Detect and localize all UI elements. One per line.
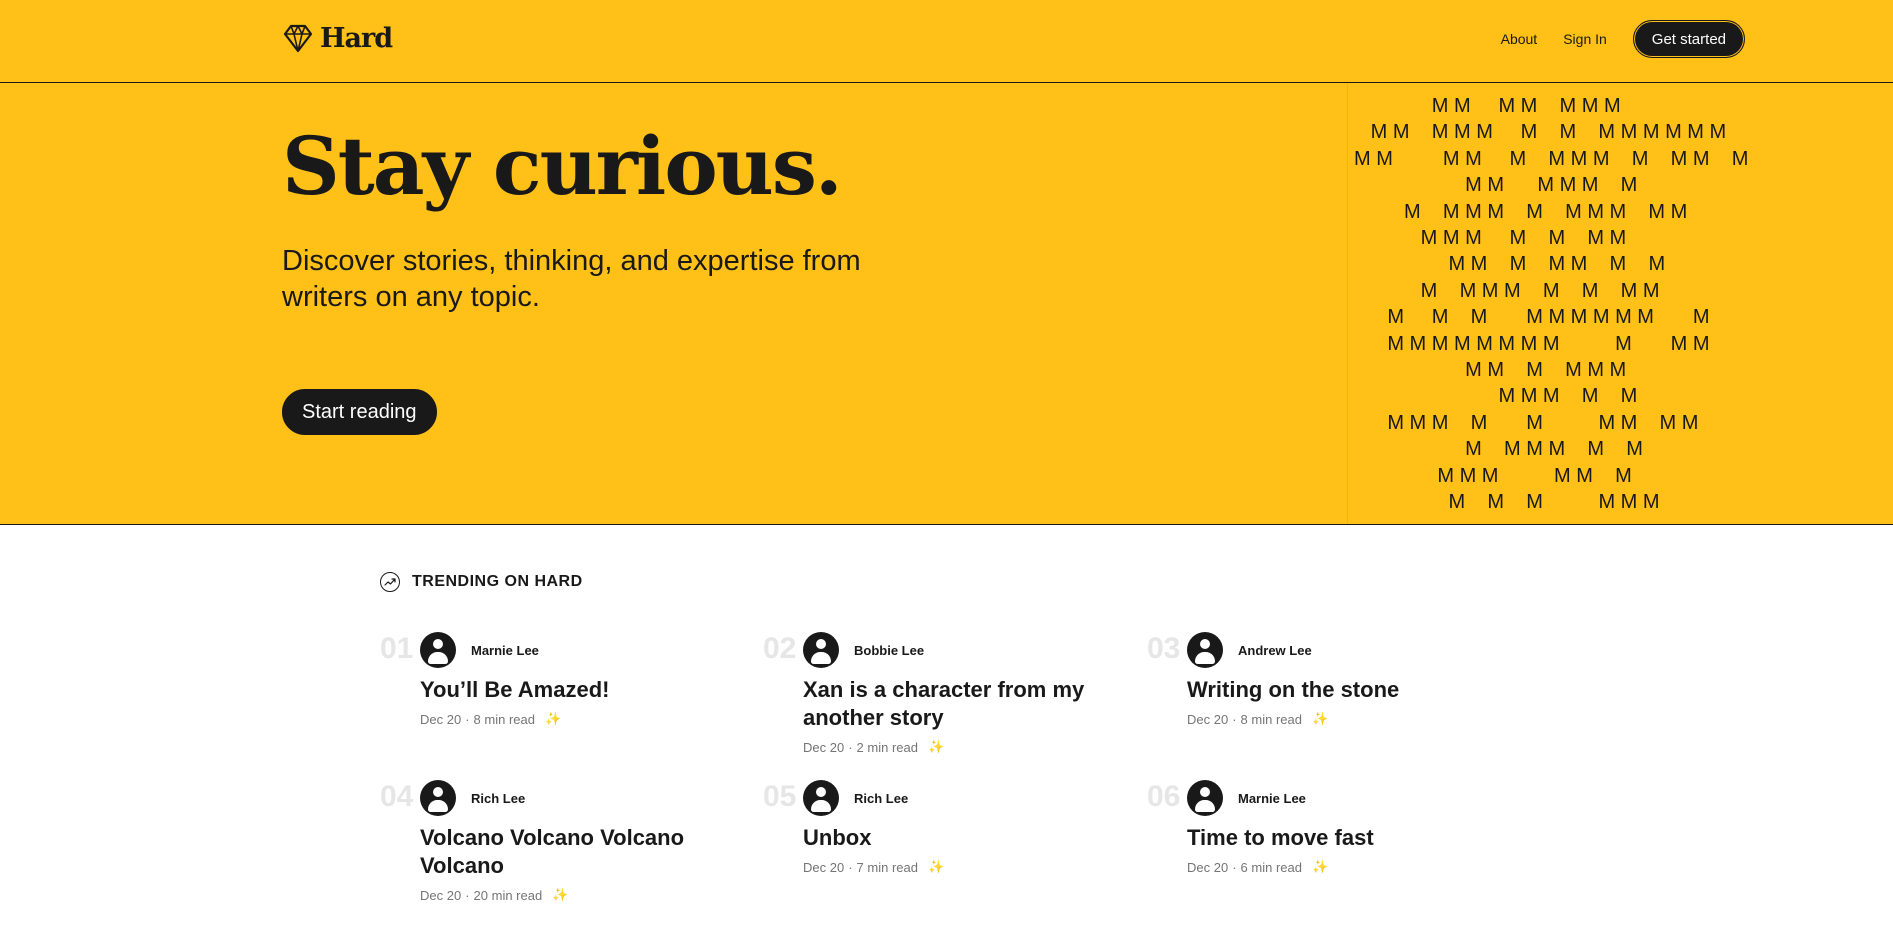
- post-rank-number: 01: [380, 632, 414, 665]
- read-time: 2 min read: [856, 739, 918, 755]
- post-rank-number: 06: [1147, 780, 1181, 813]
- m-letter-pattern: M M M M M M M M M M M M M M M M M M M M M…: [1347, 83, 1893, 524]
- post-date: Dec 20: [420, 887, 462, 903]
- m-pattern-row: M M M M M M M M M M: [1354, 200, 1688, 223]
- trending-heading: TRENDING ON HARD: [380, 572, 583, 592]
- meta-separator: ·: [465, 887, 470, 903]
- sparkle-icon: ✨: [1311, 859, 1329, 874]
- post-author[interactable]: Marnie Lee: [1187, 780, 1517, 816]
- post-meta: Dec 20 · 8 min read ✨: [420, 711, 750, 727]
- trending-up-icon: [380, 572, 400, 592]
- author-name[interactable]: Andrew Lee: [1238, 643, 1312, 658]
- get-started-button[interactable]: Get started: [1632, 20, 1745, 58]
- post-author[interactable]: Rich Lee: [803, 780, 1133, 816]
- post-date: Dec 20: [1187, 859, 1229, 875]
- post-author[interactable]: Rich Lee: [420, 780, 750, 816]
- nav-about-link[interactable]: About: [1501, 31, 1538, 47]
- author-name[interactable]: Bobbie Lee: [854, 643, 924, 658]
- read-time: 8 min read: [473, 711, 535, 727]
- top-header: Hard About Sign In Get started: [0, 0, 1893, 83]
- brand-logo-link[interactable]: Hard: [282, 22, 393, 54]
- post-date: Dec 20: [420, 711, 462, 727]
- hero-subtitle: Discover stories, thinking, and expertis…: [282, 245, 861, 313]
- author-name[interactable]: Rich Lee: [471, 791, 525, 806]
- avatar[interactable]: [420, 632, 456, 668]
- post-body: Bobbie Lee Xan is a character from my an…: [803, 632, 1133, 755]
- post-title-link[interactable]: Unbox: [803, 824, 1133, 852]
- post-author[interactable]: Marnie Lee: [420, 632, 750, 668]
- post-title-link[interactable]: Xan is a character from my another story: [803, 676, 1133, 732]
- post-date: Dec 20: [803, 859, 845, 875]
- post-date: Dec 20: [803, 739, 845, 755]
- post-meta: Dec 20 · 7 min read ✨: [803, 859, 1133, 875]
- sparkle-icon: ✨: [1311, 711, 1329, 726]
- author-name[interactable]: Rich Lee: [854, 791, 908, 806]
- avatar[interactable]: [420, 780, 456, 816]
- post-author[interactable]: Andrew Lee: [1187, 632, 1517, 668]
- m-pattern-row: M M M M M M M M M M M M: [1354, 147, 1749, 170]
- m-pattern-row: M M M M M M M M M M M: [1354, 332, 1710, 355]
- brand-name: Hard: [320, 22, 393, 54]
- avatar[interactable]: [803, 780, 839, 816]
- nav-sign-in-link[interactable]: Sign In: [1563, 31, 1607, 47]
- m-pattern-row: M M M M M M: [1354, 438, 1643, 461]
- avatar[interactable]: [803, 632, 839, 668]
- sparkle-icon: ✨: [927, 739, 945, 754]
- author-name[interactable]: Marnie Lee: [471, 643, 539, 658]
- meta-separator: ·: [465, 711, 470, 727]
- post-rank-number: 02: [763, 632, 797, 665]
- read-time: 20 min read: [473, 887, 543, 903]
- avatar[interactable]: [1187, 632, 1223, 668]
- hero-title: Stay curious.: [282, 119, 843, 213]
- read-time: 6 min read: [1240, 859, 1302, 875]
- post-title-link[interactable]: Time to move fast: [1187, 824, 1517, 852]
- sparkle-icon: ✨: [552, 887, 569, 902]
- post-title-link[interactable]: Writing on the stone: [1187, 676, 1517, 704]
- diamond-logo-icon: [283, 24, 313, 53]
- start-reading-button[interactable]: Start reading: [282, 389, 437, 435]
- m-pattern-row: M M M M M: [1354, 385, 1638, 408]
- post-rank-number: 05: [763, 780, 797, 813]
- m-pattern-row: M M M M M M: [1354, 359, 1627, 381]
- post-title-link[interactable]: Volcano Volcano Volcano Volcano: [420, 824, 750, 880]
- trending-label: TRENDING ON HARD: [412, 573, 583, 590]
- m-pattern-row: M M M M M M M: [1354, 253, 1666, 276]
- meta-separator: ·: [1232, 711, 1237, 727]
- m-pattern-row: M M M M M M M M M M M M M: [1354, 121, 1727, 144]
- read-time: 8 min read: [1240, 711, 1302, 727]
- hero-section: Stay curious. Discover stories, thinking…: [0, 83, 1893, 525]
- post-date: Dec 20: [1187, 711, 1229, 727]
- meta-separator: ·: [848, 739, 853, 755]
- m-pattern-row: M M M M M M M M M M: [1354, 306, 1710, 329]
- post-body: Rich Lee Volcano Volcano Volcano Volcano…: [420, 780, 750, 903]
- post-rank-number: 03: [1147, 632, 1181, 665]
- post-meta: Dec 20 · 2 min read ✨: [803, 739, 1133, 755]
- post-meta: Dec 20 · 8 min read ✨: [1187, 711, 1517, 727]
- meta-separator: ·: [848, 859, 853, 875]
- sparkle-icon: ✨: [927, 859, 945, 874]
- meta-separator: ·: [1232, 859, 1237, 875]
- m-pattern-row: M M M M M M: [1354, 174, 1638, 197]
- post-body: Andrew Lee Writing on the stone Dec 20 ·…: [1187, 632, 1517, 727]
- m-pattern-row: M M M M M M M M M: [1354, 411, 1699, 434]
- post-title-link[interactable]: You’ll Be Amazed!: [420, 676, 750, 704]
- post-meta: Dec 20 · 6 min read ✨: [1187, 859, 1517, 875]
- read-time: 7 min read: [856, 859, 918, 875]
- m-pattern-row: M M M M M M M M: [1354, 279, 1660, 302]
- author-name[interactable]: Marnie Lee: [1238, 791, 1306, 806]
- m-pattern-row: M M M M M M M: [1354, 95, 1621, 117]
- post-body: Marnie Lee Time to move fast Dec 20 · 6 …: [1187, 780, 1517, 875]
- top-nav: About Sign In Get started: [1501, 20, 1745, 58]
- sparkle-icon: ✨: [544, 711, 562, 726]
- post-body: Marnie Lee You’ll Be Amazed! Dec 20 · 8 …: [420, 632, 750, 727]
- post-author[interactable]: Bobbie Lee: [803, 632, 1133, 668]
- avatar[interactable]: [1187, 780, 1223, 816]
- post-meta: Dec 20 · 20 min read ✨: [420, 887, 750, 903]
- m-pattern-row: M M M M M M: [1354, 491, 1660, 513]
- m-pattern-row: M M M M M M M: [1354, 227, 1627, 249]
- m-pattern-row: M M M M M M: [1354, 464, 1632, 487]
- post-rank-number: 04: [380, 780, 414, 813]
- post-body: Rich Lee Unbox Dec 20 · 7 min read ✨: [803, 780, 1133, 875]
